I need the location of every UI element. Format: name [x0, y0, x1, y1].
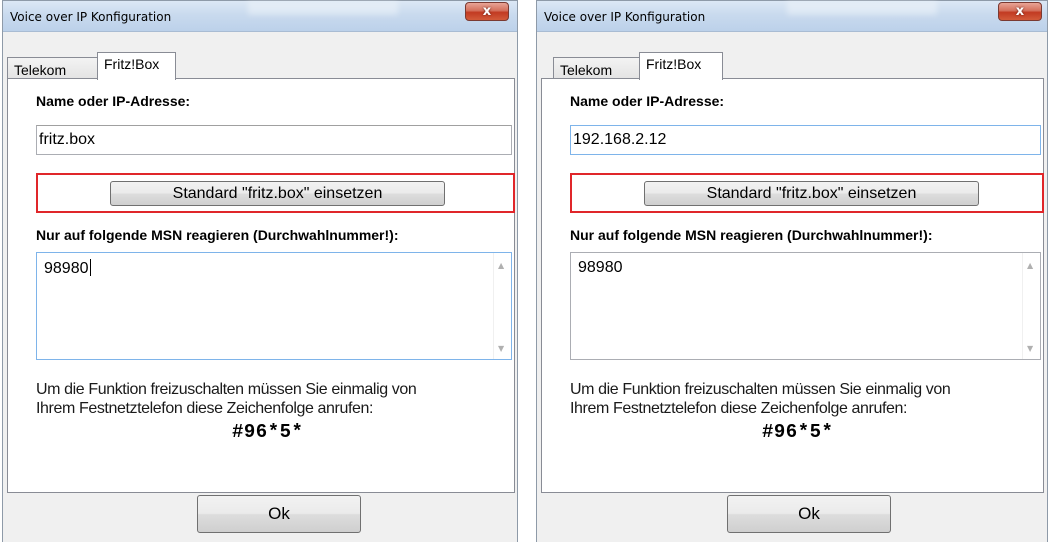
- ok-button[interactable]: Ok: [197, 495, 361, 533]
- title-bar-glass-reflection: [248, 1, 398, 15]
- scroll-up-arrow-icon[interactable]: ▲: [498, 261, 504, 270]
- msn-scrollbar[interactable]: ▲ ▼: [1022, 253, 1040, 359]
- scroll-down-arrow-icon[interactable]: ▼: [1027, 344, 1033, 353]
- window-title: Voice over IP Konfiguration: [10, 10, 172, 24]
- standard-fritzbox-button[interactable]: Standard "fritz.box" einsetzen: [644, 181, 979, 206]
- msn-value: 98980: [44, 260, 89, 277]
- voip-config-dialog-left: Voice over IP Konfiguration x Telekom Fr…: [2, 0, 518, 542]
- scroll-up-arrow-icon[interactable]: ▲: [1027, 261, 1033, 270]
- title-bar[interactable]: Voice over IP Konfiguration x: [537, 1, 1047, 32]
- name-input[interactable]: 192.168.2.12: [570, 125, 1041, 155]
- highlight-frame: Standard "fritz.box" einsetzen: [36, 173, 515, 213]
- tab-fritzbox[interactable]: Fritz!Box: [97, 52, 176, 80]
- activation-code: #96*5*: [232, 421, 304, 443]
- window-title: Voice over IP Konfiguration: [544, 10, 706, 24]
- tab-panel-fritzbox: Name oder IP-Adresse: fritz.box Standard…: [7, 78, 515, 493]
- msn-textarea[interactable]: 98980 ▲ ▼: [36, 252, 512, 360]
- tab-panel-fritzbox: Name oder IP-Adresse: 192.168.2.12 Stand…: [541, 78, 1044, 493]
- scroll-down-arrow-icon[interactable]: ▼: [498, 344, 504, 353]
- standard-fritzbox-button[interactable]: Standard "fritz.box" einsetzen: [110, 181, 445, 206]
- title-bar-glass-reflection: [787, 1, 937, 15]
- activation-code: #96*5*: [762, 421, 834, 443]
- image-separator: [520, 0, 534, 542]
- info-line-2: Ihrem Festnetztelefon diese Zeichenfolge…: [570, 400, 908, 417]
- close-button[interactable]: x: [998, 2, 1042, 21]
- tab-telekom[interactable]: Telekom: [7, 57, 98, 79]
- highlight-frame: Standard "fritz.box" einsetzen: [570, 173, 1044, 213]
- msn-value-wrap: 98980: [44, 259, 91, 278]
- close-button[interactable]: x: [465, 2, 509, 21]
- tab-telekom[interactable]: Telekom: [553, 57, 641, 79]
- info-line-1: Um die Funktion freizuschalten müssen Si…: [36, 381, 417, 398]
- name-label: Name oder IP-Adresse:: [36, 93, 191, 109]
- msn-value: 98980: [578, 259, 623, 276]
- info-line-1: Um die Funktion freizuschalten müssen Si…: [570, 381, 951, 398]
- name-label: Name oder IP-Adresse:: [570, 93, 725, 109]
- ok-button[interactable]: Ok: [727, 495, 891, 533]
- name-input[interactable]: fritz.box: [36, 125, 512, 155]
- msn-scrollbar[interactable]: ▲ ▼: [493, 253, 511, 359]
- text-caret: [89, 259, 91, 276]
- tab-fritzbox[interactable]: Fritz!Box: [639, 52, 723, 80]
- msn-label: Nur auf folgende MSN reagieren (Durchwah…: [570, 227, 933, 243]
- title-bar[interactable]: Voice over IP Konfiguration x: [3, 1, 517, 32]
- msn-textarea[interactable]: 98980 ▲ ▼: [570, 252, 1041, 360]
- msn-label: Nur auf folgende MSN reagieren (Durchwah…: [36, 227, 399, 243]
- info-line-2: Ihrem Festnetztelefon diese Zeichenfolge…: [36, 400, 374, 417]
- voip-config-dialog-right: Voice over IP Konfiguration x Telekom Fr…: [536, 0, 1048, 542]
